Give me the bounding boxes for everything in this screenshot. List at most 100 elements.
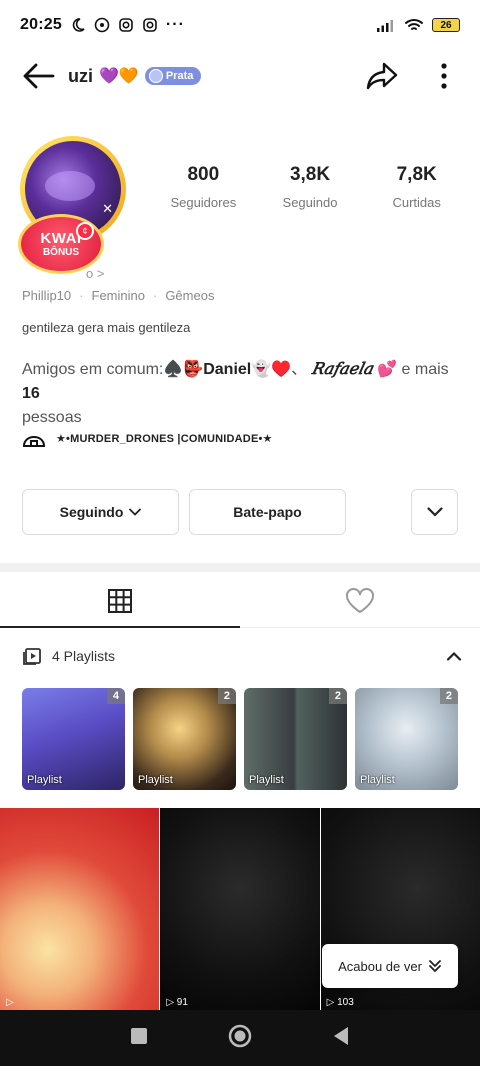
friend-emojis: 👻♥️、 xyxy=(251,361,308,378)
following-label: Seguindo xyxy=(59,504,124,520)
back-button[interactable] xyxy=(18,56,58,96)
badge-medal-icon xyxy=(148,69,163,83)
kwai-bonus-subtitle: BÔNUS xyxy=(42,247,80,258)
square-icon xyxy=(131,1027,147,1044)
recently-watched-button[interactable]: Acabou de ver xyxy=(322,944,458,988)
playlist-label: Playlist xyxy=(360,774,395,786)
profile-bio: gentileza gera mais gentileza xyxy=(22,320,191,335)
more-icon: ··· xyxy=(165,16,185,33)
chevron-down-icon xyxy=(129,508,142,516)
play-count: ▷ 91 xyxy=(166,997,188,1008)
triangle-back-icon xyxy=(334,1026,348,1045)
friends-end: pessoas xyxy=(22,409,82,426)
battery-icon: 26 xyxy=(432,18,460,32)
back-nav-button[interactable] xyxy=(332,1026,350,1051)
chevron-up-icon[interactable] xyxy=(446,651,462,661)
tab-likes[interactable] xyxy=(240,574,480,627)
content-tabs xyxy=(0,574,480,628)
playlist-label: Playlist xyxy=(249,774,284,786)
stat-value: 3,8K xyxy=(289,164,331,185)
wifi-icon xyxy=(405,19,423,30)
chat-label: Bate-papo xyxy=(233,504,302,520)
moon-icon xyxy=(72,18,85,32)
kebab-menu-icon xyxy=(441,63,447,89)
profile-id: Phillip10 xyxy=(22,288,72,303)
mutual-friends[interactable]: Amigos em comum:♠️👺Daniel👻♥️、 𝑅𝑎𝑓𝑎𝑒𝑙𝑎 💕 … xyxy=(22,357,462,430)
status-time: 20:25 xyxy=(20,16,62,33)
system-nav-bar xyxy=(0,1010,480,1066)
stat-likes[interactable]: 7,8K Curtidas xyxy=(363,164,470,210)
profile-id-link[interactable]: o > xyxy=(86,266,104,281)
friend-emojis: 💕 xyxy=(377,361,398,378)
view-count: 103 xyxy=(337,997,354,1008)
tab-videos[interactable] xyxy=(0,574,240,628)
community-label: ★•MURDER_DRONES |COMUNIDADE•★ xyxy=(56,432,273,445)
instagram-icon xyxy=(143,18,157,32)
playlist-card[interactable]: 2 Playlist xyxy=(133,688,236,790)
playlist-label: Playlist xyxy=(138,774,173,786)
playlist-label: Playlist xyxy=(27,774,62,786)
username-emojis: 💜🧡 xyxy=(99,66,139,86)
signal-icon xyxy=(377,20,393,32)
heart-icon xyxy=(346,587,374,613)
playlist-count: 4 xyxy=(106,688,125,704)
playlists-row: 4 Playlist 2 Playlist 2 Playlist 2 Playl… xyxy=(22,688,458,790)
playlist-card[interactable]: 2 Playlist xyxy=(244,688,347,790)
stat-label: Seguindo xyxy=(282,195,338,210)
home-circle-icon xyxy=(228,1024,252,1047)
video-thumbnail[interactable]: ▷ xyxy=(0,808,160,1010)
profile-meta: Phillip10 · Feminino · Gêmeos xyxy=(22,288,214,303)
meta-separator: · xyxy=(79,288,84,303)
whatsapp-icon xyxy=(94,17,110,33)
profile-gender: Feminino xyxy=(91,288,145,303)
friend-name: Daniel xyxy=(203,361,252,378)
friends-prefix: Amigos em comum:♠️👺 xyxy=(22,361,204,378)
stat-label: Seguidores xyxy=(170,195,237,210)
meta-separator: · xyxy=(152,288,158,303)
playlist-count: 2 xyxy=(217,688,236,704)
grid-icon xyxy=(108,588,132,613)
home-button[interactable] xyxy=(228,1024,252,1053)
play-count: ▷ xyxy=(6,997,14,1008)
playlist-count: 2 xyxy=(439,688,458,704)
share-icon xyxy=(366,62,398,90)
recently-watched-label: Acabou de ver xyxy=(338,958,422,974)
double-chevron-down-icon xyxy=(429,960,441,973)
playlists-count-label: 4 Playlists xyxy=(52,648,116,664)
level-badge[interactable]: Prata xyxy=(144,67,202,85)
more-options-button[interactable] xyxy=(426,58,462,94)
stat-following[interactable]: 3,8K Seguindo xyxy=(257,164,364,210)
badge-label: Prata xyxy=(165,70,194,82)
community-link[interactable]: ★•MURDER_DRONES |COMUNIDADE•★ xyxy=(22,428,273,448)
view-count: 91 xyxy=(176,997,188,1008)
kwai-bonus-badge[interactable]: KWAI BÔNUS xyxy=(18,214,104,274)
status-bar: 20:25 ··· 26 xyxy=(0,0,480,50)
friends-count: 16 xyxy=(22,385,40,402)
profile-username: uzi xyxy=(68,65,93,86)
suggestions-toggle-button[interactable] xyxy=(411,489,458,535)
profile-sign: Gêmeos xyxy=(165,288,215,303)
instagram-icon xyxy=(119,18,133,32)
following-button[interactable]: Seguindo xyxy=(22,489,179,535)
share-button[interactable] xyxy=(364,58,400,94)
video-thumbnail[interactable]: ▷ 91 xyxy=(160,808,320,1010)
friends-middle: e mais xyxy=(397,361,449,378)
playlist-count: 2 xyxy=(328,688,347,704)
stat-followers[interactable]: 800 Seguidores xyxy=(150,164,257,210)
chevron-down-icon xyxy=(426,507,443,517)
stat-label: Curtidas xyxy=(392,195,441,210)
community-icon xyxy=(22,436,46,447)
stat-value: 800 xyxy=(187,164,220,185)
orange-heart-icon: 🧡 xyxy=(118,68,139,85)
section-divider xyxy=(0,563,480,572)
friend-name: 𝑅𝑎𝑓𝑎𝑒𝑙𝑎 xyxy=(311,359,373,378)
chat-button[interactable]: Bate-papo xyxy=(189,489,346,535)
notification-dot-icon: ¢ xyxy=(76,222,94,240)
avatar-highlight xyxy=(45,171,95,201)
playlist-card[interactable]: 4 Playlist xyxy=(22,688,125,790)
recents-button[interactable] xyxy=(130,1027,148,1050)
playlist-card[interactable]: 2 Playlist xyxy=(355,688,458,790)
playlists-header[interactable]: 4 Playlists xyxy=(22,642,462,670)
close-icon: ✕ xyxy=(102,201,113,216)
playlist-icon xyxy=(23,648,41,665)
